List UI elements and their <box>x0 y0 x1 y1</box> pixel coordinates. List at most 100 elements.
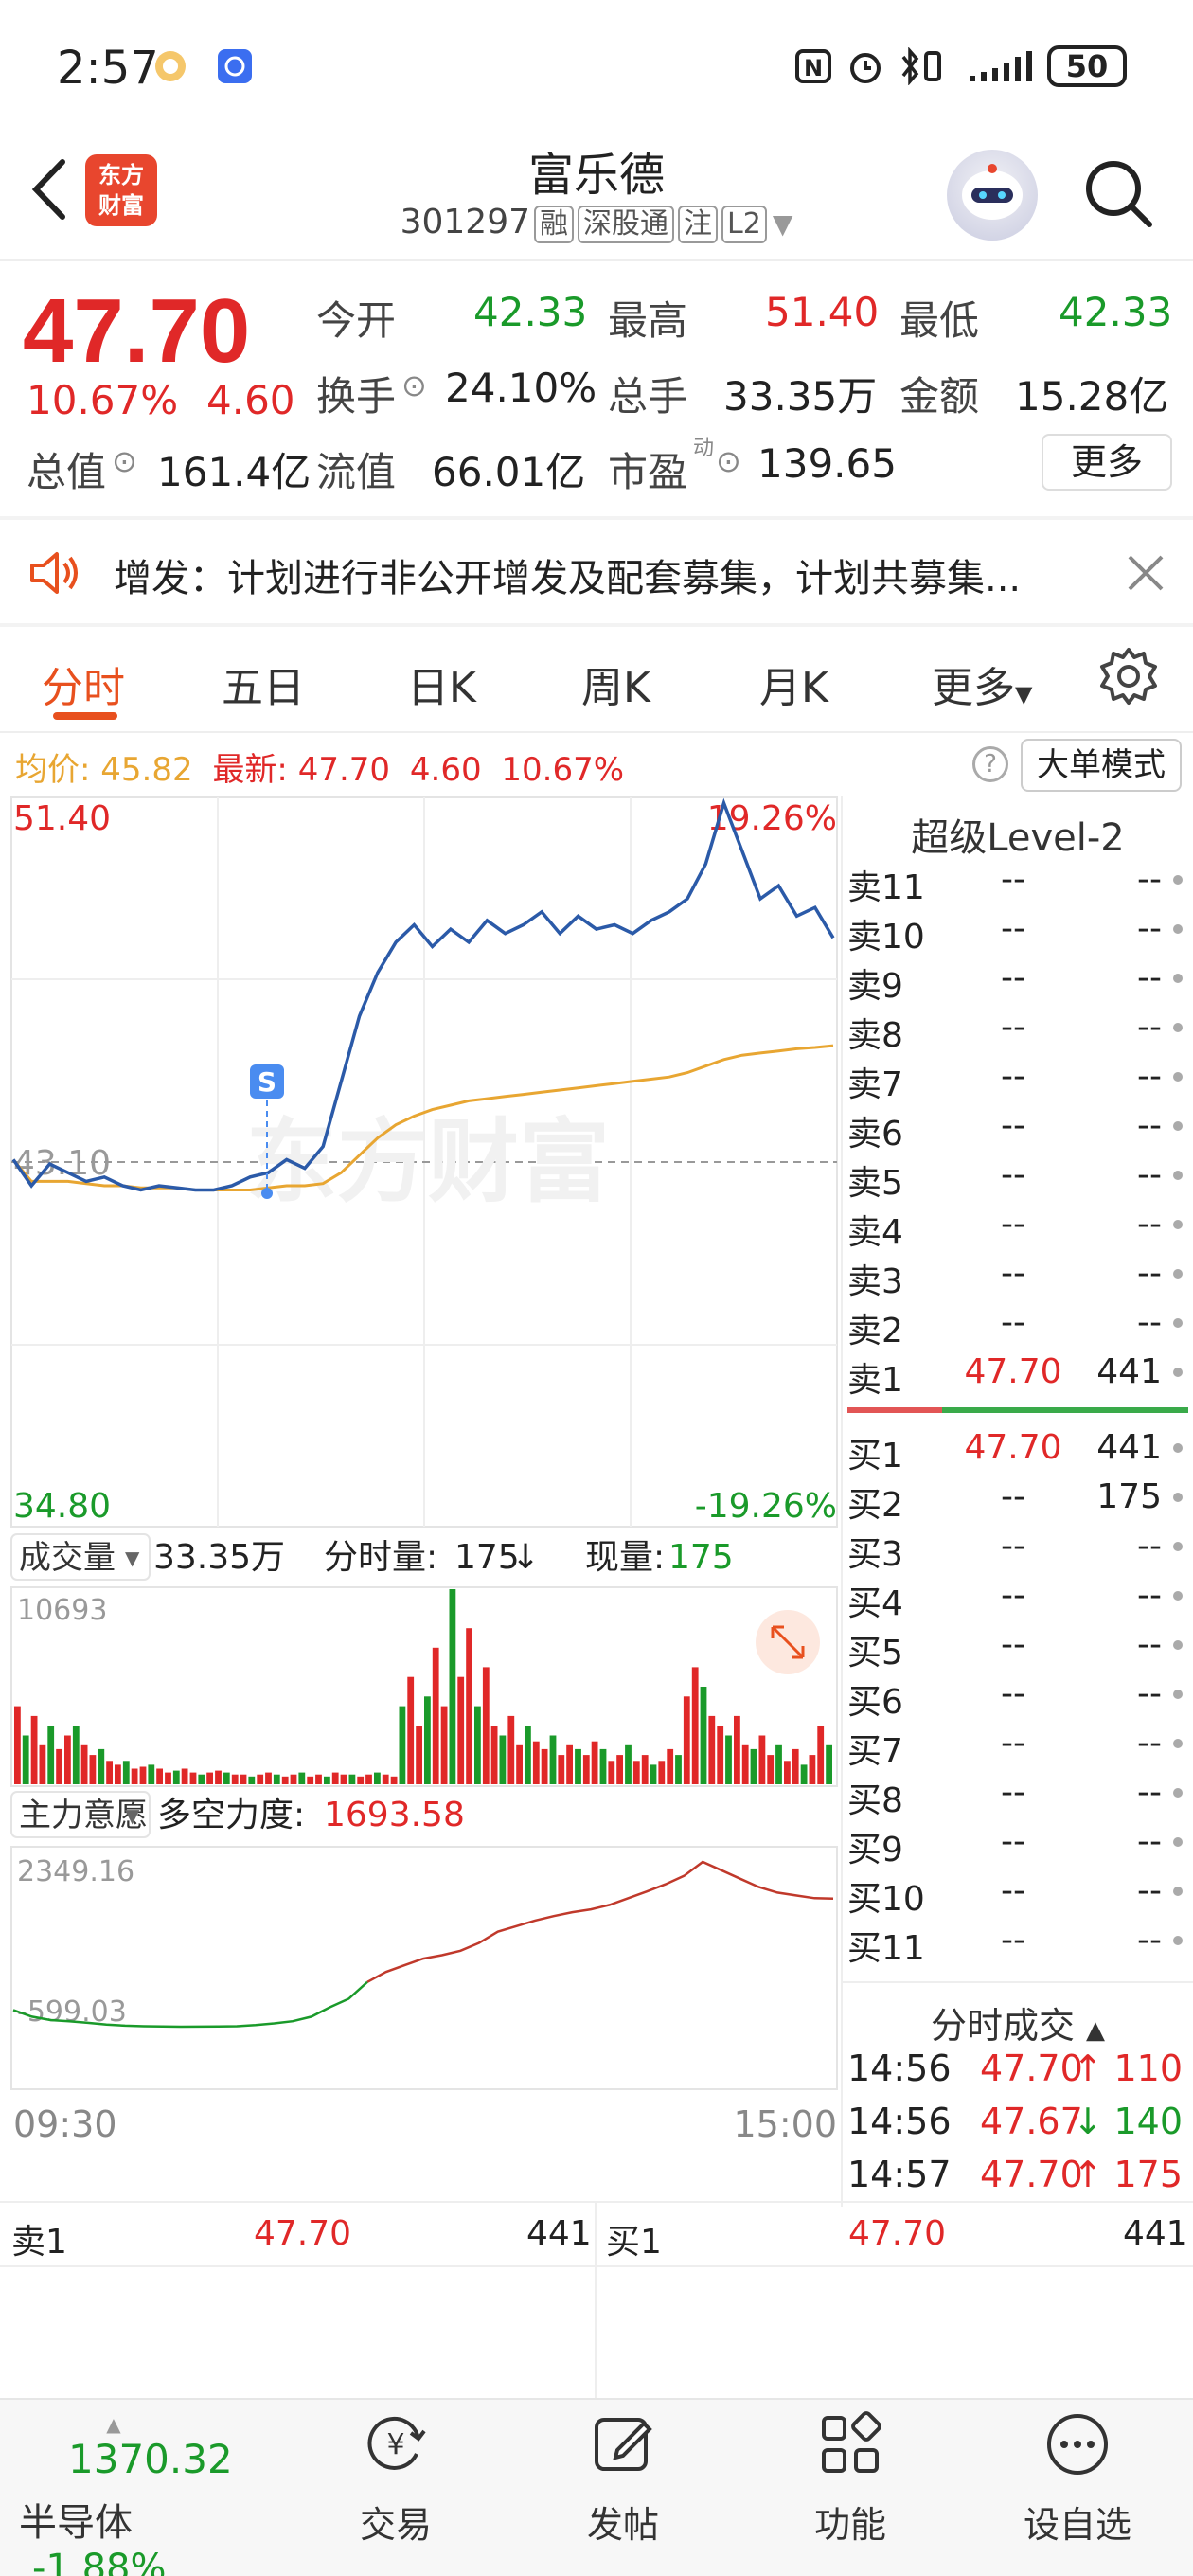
help-icon[interactable]: ? <box>972 746 1008 782</box>
volume-bar <box>39 1744 46 1784</box>
volume-bar <box>399 1706 406 1784</box>
volume-bar <box>449 1589 456 1784</box>
pe-value: 139.65 <box>757 440 897 487</box>
level2-title[interactable]: 超级Level-2 <box>847 807 1188 862</box>
volume-bar <box>800 1764 808 1784</box>
search-icon[interactable] <box>1079 154 1155 230</box>
info-dots-icon[interactable]: ⊙ <box>716 443 741 479</box>
bid-row[interactable]: 买9 -- -- <box>847 1822 1188 1871</box>
ask-row[interactable]: 卖3 -- -- <box>847 1254 1188 1303</box>
ask-row[interactable]: 卖9 -- -- <box>847 958 1188 1008</box>
volume-bar <box>14 1706 21 1784</box>
bid-row[interactable]: 买2 -- 175 <box>847 1477 1188 1527</box>
bid-row[interactable]: 买6 -- -- <box>847 1674 1188 1724</box>
nav-add-watchlist[interactable]: 设自选 <box>983 2410 1172 2548</box>
latest-percent: 10.67% <box>501 751 625 789</box>
robot-assistant-avatar[interactable] <box>947 150 1038 241</box>
ask-row[interactable]: 卖7 -- -- <box>847 1057 1188 1106</box>
volume-total: 33.35万 <box>153 1538 285 1577</box>
amount-value: 15.28亿 <box>1015 373 1169 420</box>
tab-five-day[interactable]: 五日 <box>222 653 305 714</box>
volume-bar <box>457 1676 465 1784</box>
tab-intraday[interactable]: 分时 <box>42 653 125 714</box>
ask-row[interactable]: 卖11 -- -- <box>847 860 1188 909</box>
ask-row[interactable]: 卖2 -- -- <box>847 1303 1188 1352</box>
bid-row[interactable]: 买1 47.70 441 <box>847 1428 1188 1477</box>
bottom-quote-divider-2 <box>0 2265 1193 2267</box>
close-icon[interactable] <box>1122 549 1169 597</box>
ticks-title[interactable]: 分时成交 ▲ <box>847 1996 1188 2048</box>
intraday-chart[interactable]: 东方财富 51.40 19.26% 34.80 -19.26% 43.10 S … <box>0 796 839 2197</box>
dot-icon <box>1173 1591 1183 1601</box>
bid-volume: -- <box>1137 1773 1162 1812</box>
ask-volume: 441 <box>1096 1352 1162 1391</box>
more-button[interactable]: 更多 <box>1042 434 1172 491</box>
volume-bar <box>382 1774 389 1784</box>
indicator-line-up <box>366 1860 834 1983</box>
dot-icon <box>1173 1072 1183 1082</box>
tab-more[interactable]: 更多▼ <box>932 653 1032 714</box>
low-label: 最低 <box>899 297 980 344</box>
ask-price: -- <box>1001 1254 1025 1293</box>
dot-icon <box>1173 1493 1183 1502</box>
dot-icon <box>1173 1542 1183 1551</box>
caret-down-icon: ▼ <box>772 208 793 240</box>
bid-row[interactable]: 买11 -- -- <box>847 1921 1188 1970</box>
tick-row: 14:56 47.67 ↓ 140 <box>847 2101 1188 2150</box>
info-dots-icon[interactable]: ⊙ <box>401 367 427 403</box>
volume-bar <box>189 1772 197 1784</box>
volume-bar <box>181 1768 188 1784</box>
volume-bar <box>131 1768 138 1784</box>
bid-price: -- <box>1001 1921 1025 1959</box>
bid-row[interactable]: 买5 -- -- <box>847 1625 1188 1674</box>
gear-icon[interactable] <box>1098 646 1159 707</box>
indicator-panel-frame <box>10 1846 838 2090</box>
ask-row[interactable]: 卖4 -- -- <box>847 1205 1188 1254</box>
bottom-ask-label: 卖1 <box>11 2223 67 2262</box>
volume-bar <box>466 1628 472 1784</box>
tick-volume: 110 <box>1113 2048 1183 2089</box>
caret-up-icon: ▲ <box>1086 2016 1106 2045</box>
bid-volume: -- <box>1137 1822 1162 1861</box>
tab-monthly-k[interactable]: 月K <box>759 653 828 714</box>
info-dots-icon[interactable]: ⊙ <box>112 443 137 479</box>
tab-daily-k[interactable]: 日K <box>407 653 476 714</box>
volume-bar <box>122 1761 130 1784</box>
ask-volume: -- <box>1137 1106 1162 1145</box>
bid-row[interactable]: 买4 -- -- <box>847 1576 1188 1625</box>
ask-row[interactable]: 卖5 -- -- <box>847 1155 1188 1205</box>
bid-row[interactable]: 买8 -- -- <box>847 1773 1188 1822</box>
volume-bar <box>582 1755 590 1784</box>
ask-price: -- <box>1001 1155 1025 1194</box>
sector-index-widget[interactable]: ▲ 1370.32 半导体 -1.88% <box>19 2413 284 2576</box>
volume-bar <box>641 1755 649 1784</box>
ask-row[interactable]: 卖6 -- -- <box>847 1106 1188 1155</box>
notice-text[interactable]: 增发：计划进行非公开增发及配套募集，计划共募集... <box>114 547 1060 602</box>
bid-row[interactable]: 买10 -- -- <box>847 1871 1188 1921</box>
volume-bar <box>558 1755 565 1784</box>
volume-bar <box>172 1770 180 1784</box>
dot-icon <box>1173 875 1183 885</box>
volume-bar <box>499 1735 507 1784</box>
ask-row[interactable]: 卖8 -- -- <box>847 1008 1188 1057</box>
ask-price: -- <box>1001 860 1025 899</box>
volume-bar <box>56 1748 62 1784</box>
avg-price: 45.82 <box>100 751 193 789</box>
nav-post[interactable]: 发帖 <box>528 2410 718 2548</box>
volume-bar <box>516 1744 523 1784</box>
bid-row[interactable]: 买7 -- -- <box>847 1724 1188 1773</box>
ticks-divider <box>843 1981 1193 1983</box>
turnover-label: 换手 <box>316 373 397 420</box>
tab-weekly-k[interactable]: 周K <box>581 653 650 714</box>
bid-row[interactable]: 买3 -- -- <box>847 1527 1188 1576</box>
ask-row[interactable]: 卖1 47.70 441 <box>847 1352 1188 1402</box>
volume-bar <box>98 1748 105 1784</box>
big-order-mode-button[interactable]: 大单模式 <box>1021 739 1182 792</box>
volume-bar <box>231 1774 239 1784</box>
volume-bar <box>257 1774 264 1784</box>
nav-trade[interactable]: ¥ 交易 <box>301 2410 490 2548</box>
ask-row[interactable]: 卖10 -- -- <box>847 909 1188 958</box>
tick-time: 14:57 <box>847 2154 952 2195</box>
y-top-label: 51.40 <box>13 799 111 838</box>
nav-functions[interactable]: 功能 <box>756 2410 945 2548</box>
